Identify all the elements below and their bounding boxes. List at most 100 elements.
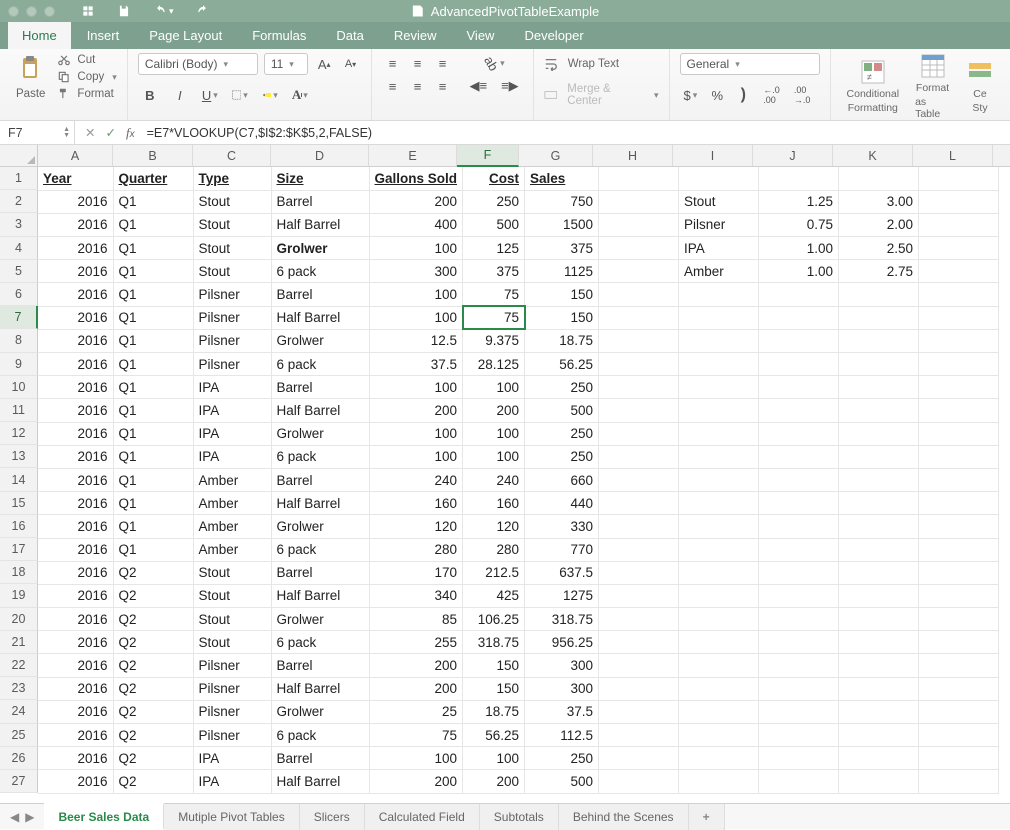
cell[interactable]: 120 (369, 515, 463, 538)
cell[interactable]: 637.5 (525, 561, 599, 584)
cell[interactable]: 100 (463, 422, 525, 445)
cell[interactable] (599, 167, 679, 190)
cell[interactable] (599, 770, 679, 793)
cell[interactable] (759, 631, 839, 654)
cell[interactable] (919, 213, 999, 236)
cell[interactable]: Grolwer (271, 422, 369, 445)
border-button[interactable]: ▾ (228, 85, 252, 105)
cell[interactable]: 375 (525, 237, 599, 260)
cell[interactable]: 240 (369, 468, 463, 491)
cell[interactable] (919, 724, 999, 747)
select-all-corner[interactable] (0, 145, 38, 166)
bold-button[interactable]: B (138, 85, 162, 105)
cell[interactable] (919, 677, 999, 700)
namebox-stepper[interactable]: ▲▼ (63, 127, 70, 139)
cell[interactable]: IPA (193, 445, 271, 468)
column-header-I[interactable]: I (673, 145, 753, 166)
copy-button[interactable]: Copy▾ (57, 70, 116, 84)
cell[interactable]: IPA (193, 747, 271, 770)
cell[interactable]: Q2 (113, 747, 193, 770)
cell[interactable] (759, 376, 839, 399)
cell[interactable]: Q1 (113, 515, 193, 538)
cell[interactable]: Year (38, 167, 113, 190)
cell[interactable]: 6 pack (271, 260, 369, 283)
comma-button[interactable]: ) (733, 85, 753, 105)
cell[interactable]: 2016 (38, 677, 113, 700)
cell[interactable]: Q1 (113, 538, 193, 561)
percent-button[interactable]: % (707, 85, 727, 105)
sheet-tab[interactable]: Behind the Scenes (559, 804, 689, 830)
cell[interactable] (839, 724, 919, 747)
cell[interactable] (919, 283, 999, 306)
cell[interactable]: Stout (193, 237, 271, 260)
cell[interactable]: 2016 (38, 631, 113, 654)
format-as-table-button[interactable]: Formatas Table (909, 52, 956, 120)
cut-button[interactable]: Cut (57, 53, 116, 67)
cell[interactable] (759, 608, 839, 631)
cell[interactable] (919, 237, 999, 260)
cell[interactable] (599, 747, 679, 770)
cell[interactable]: Q1 (113, 190, 193, 213)
cell[interactable]: 6 pack (271, 538, 369, 561)
cell[interactable]: 18.75 (525, 329, 599, 352)
cell[interactable]: 2016 (38, 770, 113, 793)
sheet-tab[interactable]: Slicers (300, 804, 365, 830)
cell[interactable]: 2016 (38, 468, 113, 491)
cell[interactable]: 300 (369, 260, 463, 283)
cell[interactable]: Q1 (113, 260, 193, 283)
cell[interactable]: Q1 (113, 422, 193, 445)
cell[interactable]: 6 pack (271, 445, 369, 468)
confirm-formula-button[interactable]: ✓ (105, 125, 115, 140)
cell[interactable]: 160 (369, 492, 463, 515)
increase-decimal-button[interactable]: ←.0.00 (759, 85, 784, 105)
cell[interactable]: 2016 (38, 700, 113, 723)
cell[interactable] (599, 260, 679, 283)
cell[interactable]: 6 pack (271, 353, 369, 376)
cell[interactable] (759, 399, 839, 422)
cell[interactable] (839, 329, 919, 352)
cell[interactable]: Pilsner (679, 213, 759, 236)
cell[interactable]: Half Barrel (271, 306, 369, 329)
currency-button[interactable]: $▾ (680, 85, 702, 105)
cell[interactable]: 1500 (525, 213, 599, 236)
cell[interactable] (599, 329, 679, 352)
cell[interactable]: 200 (369, 677, 463, 700)
cell[interactable]: Barrel (271, 561, 369, 584)
cell[interactable]: 500 (463, 213, 525, 236)
row-header[interactable]: 10 (0, 376, 38, 399)
sheet-tab[interactable]: Calculated Field (365, 804, 480, 830)
cell[interactable] (839, 561, 919, 584)
cell[interactable]: 85 (369, 608, 463, 631)
row-header[interactable]: 6 (0, 283, 38, 306)
cell[interactable]: 200 (463, 399, 525, 422)
cell[interactable]: Barrel (271, 376, 369, 399)
ribbon-tab-review[interactable]: Review (380, 22, 451, 49)
cell[interactable] (919, 167, 999, 190)
cell[interactable] (919, 399, 999, 422)
cell[interactable] (839, 700, 919, 723)
cell[interactable] (599, 376, 679, 399)
close-window[interactable] (8, 6, 19, 17)
cell[interactable] (839, 631, 919, 654)
cell[interactable]: 37.5 (525, 700, 599, 723)
cell[interactable]: 2016 (38, 329, 113, 352)
cell[interactable]: 1.25 (759, 190, 839, 213)
row-header[interactable]: 12 (0, 422, 38, 445)
cell[interactable]: 1275 (525, 584, 599, 607)
font-color-button[interactable]: A▾ (288, 85, 312, 105)
cell[interactable] (759, 770, 839, 793)
cell[interactable]: Stout (193, 561, 271, 584)
cell[interactable]: Q2 (113, 631, 193, 654)
cell[interactable]: 2016 (38, 213, 113, 236)
cell[interactable] (679, 747, 759, 770)
cell[interactable]: 12.5 (369, 329, 463, 352)
cell[interactable]: 2016 (38, 190, 113, 213)
cell[interactable]: Stout (679, 190, 759, 213)
cell[interactable]: 6 pack (271, 631, 369, 654)
cell[interactable] (919, 445, 999, 468)
name-box[interactable]: F7 ▲▼ (0, 121, 75, 144)
cell[interactable]: 340 (369, 584, 463, 607)
cell[interactable] (599, 561, 679, 584)
cell[interactable]: Half Barrel (271, 677, 369, 700)
cell[interactable]: 330 (525, 515, 599, 538)
